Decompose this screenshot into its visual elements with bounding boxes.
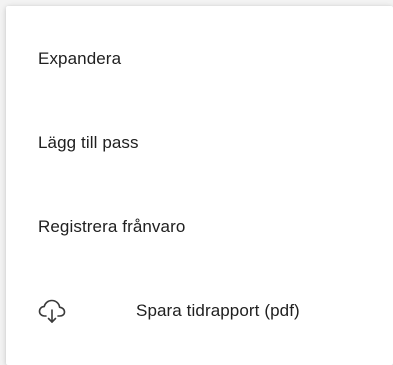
context-menu: Expandera Lägg till pass Registrera från… xyxy=(6,6,393,365)
cloud-download-icon xyxy=(37,297,69,325)
menu-item-save-timesheet-pdf[interactable]: Spara tidrapport (pdf) xyxy=(6,268,393,354)
menu-item-expand[interactable]: Expandera xyxy=(6,16,393,102)
menu-item-register-absence[interactable]: Registrera frånvaro xyxy=(6,184,393,270)
menu-item-add-shift[interactable]: Lägg till pass xyxy=(6,100,393,186)
menu-item-label: Lägg till pass xyxy=(38,133,139,152)
menu-item-label: Registrera frånvaro xyxy=(38,217,186,236)
menu-item-label: Expandera xyxy=(38,49,122,68)
